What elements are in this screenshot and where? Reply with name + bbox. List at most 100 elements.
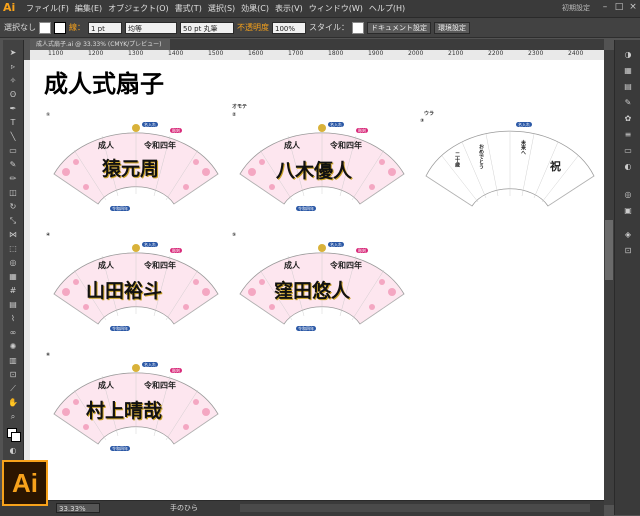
eyedropper-tool-icon[interactable]: ⌇: [7, 314, 19, 324]
perspective-grid-tool-icon[interactable]: ▦: [7, 272, 19, 282]
layers-icon[interactable]: ◈: [623, 230, 633, 240]
menu-help[interactable]: ヘルプ(H): [369, 3, 405, 14]
menu-window[interactable]: ウィンドウ(W): [309, 3, 363, 14]
width-tool-icon[interactable]: ⋈: [7, 230, 19, 240]
menu-view[interactable]: 表示(V): [275, 3, 303, 14]
badge: 彫刻: [170, 368, 182, 373]
brush-dropdown[interactable]: 50 pt 丸筆: [180, 21, 234, 34]
zoom-tool-icon[interactable]: ⌕: [7, 412, 19, 422]
free-transform-tool-icon[interactable]: ⬚: [7, 244, 19, 254]
stroke-swatch[interactable]: [54, 21, 66, 34]
omote-label: オモテ: [232, 104, 248, 110]
fan-name: 村上晴哉: [86, 400, 163, 422]
ruler-tick: 1700: [288, 50, 304, 57]
badge: 名入れ: [516, 122, 532, 127]
pencil-tool-icon[interactable]: ✏: [7, 174, 19, 184]
fan-design-4[interactable]: ④ 成人 令和四年 山田裕斗 名入れ 彫刻 令和四年: [46, 232, 226, 332]
menu-items: ファイル(F) 編集(E) オブジェクト(O) 書式(T) 選択(S) 効果(C…: [26, 0, 405, 17]
menu-bar: Ai ファイル(F) 編集(E) オブジェクト(O) 書式(T) 選択(S) 効…: [0, 0, 640, 18]
paintbrush-tool-icon[interactable]: ✎: [7, 160, 19, 170]
graphic-styles-icon[interactable]: ▣: [623, 206, 633, 216]
selection-tool-icon[interactable]: ➤: [7, 48, 19, 58]
symbols-icon[interactable]: ✿: [623, 114, 633, 124]
horizontal-scrollbar[interactable]: [240, 504, 590, 512]
gradient-panel-icon[interactable]: ▭: [623, 146, 633, 156]
ruler-tick: 2400: [568, 50, 584, 57]
document-setup-button[interactable]: ドキュメント設定: [367, 21, 431, 34]
shape-builder-tool-icon[interactable]: ◎: [7, 258, 19, 268]
fan-subtitle: 令和四年: [330, 140, 362, 150]
workspace-switcher[interactable]: 初期設定: [562, 3, 590, 13]
eraser-tool-icon[interactable]: ◫: [7, 188, 19, 198]
blend-tool-icon[interactable]: ∞: [7, 328, 19, 338]
drawing-mode-icon[interactable]: ◐: [7, 446, 19, 456]
fan-name: 八木優人: [276, 160, 353, 182]
opacity-field[interactable]: 100%: [272, 21, 306, 34]
hand-tool-icon[interactable]: ✋: [7, 398, 19, 408]
menu-object[interactable]: オブジェクト(O): [108, 3, 169, 14]
badge: 令和四年: [296, 206, 316, 211]
graph-tool-icon[interactable]: ▥: [7, 356, 19, 366]
preferences-button[interactable]: 環境設定: [434, 21, 470, 34]
badge: 令和四年: [110, 326, 130, 331]
menu-edit[interactable]: 編集(E): [75, 3, 102, 14]
badge: 彫刻: [356, 248, 368, 253]
vertical-scrollbar[interactable]: [604, 50, 614, 505]
color-guide-icon[interactable]: ▦: [623, 66, 633, 76]
artboard-tool-icon[interactable]: ⊡: [7, 370, 19, 380]
stroke-weight-field[interactable]: 1 pt: [88, 21, 122, 34]
illustrator-taskbar-icon[interactable]: Ai: [2, 460, 48, 506]
appearance-icon[interactable]: ◎: [623, 190, 633, 200]
style-swatch[interactable]: [352, 21, 364, 34]
scrollbar-thumb[interactable]: [605, 220, 613, 280]
brushes-icon[interactable]: ✎: [623, 98, 633, 108]
fan-back-shape: [425, 130, 595, 207]
badge: 名入れ: [328, 122, 344, 127]
slice-tool-icon[interactable]: ⟋: [7, 384, 19, 394]
app-logo: Ai: [3, 1, 16, 14]
stroke-panel-icon[interactable]: ≡: [623, 130, 633, 140]
type-tool-icon[interactable]: T: [7, 118, 19, 128]
minimize-icon[interactable]: –: [600, 2, 610, 12]
swatches-icon[interactable]: ▤: [623, 82, 633, 92]
fan-design-6[interactable]: ⑥ 成人 令和四年 村上晴哉 名入れ 彫刻 令和四年: [46, 352, 226, 452]
fill-stroke-icon[interactable]: [7, 428, 21, 442]
scale-tool-icon[interactable]: ⤡: [7, 216, 19, 226]
gradient-tool-icon[interactable]: ▤: [7, 300, 19, 310]
opacity-label[interactable]: 不透明度: [237, 22, 269, 33]
fan-back-design[interactable]: ③ 二十歳 おめでとう 未来へ 祝 名入れ: [420, 118, 600, 213]
current-tool-status[interactable]: 手のひら: [170, 503, 198, 513]
fan-subtitle: 令和四年: [144, 260, 176, 270]
menu-file[interactable]: ファイル(F): [26, 3, 69, 14]
badge: 令和四年: [296, 326, 316, 331]
stroke-label[interactable]: 線：: [69, 22, 85, 33]
menu-select[interactable]: 選択(S): [208, 3, 235, 14]
fill-swatch[interactable]: [39, 21, 51, 34]
window-controls: – □ ×: [600, 2, 638, 12]
badge: 令和四年: [110, 446, 130, 451]
stroke-profile-dropdown[interactable]: 均等: [125, 21, 177, 34]
line-tool-icon[interactable]: ╲: [7, 132, 19, 142]
direct-selection-tool-icon[interactable]: ▹: [7, 62, 19, 72]
menu-type[interactable]: 書式(T): [175, 3, 202, 14]
magic-wand-tool-icon[interactable]: ✧: [7, 76, 19, 86]
ura-label: ウラ: [424, 111, 435, 117]
zoom-field[interactable]: 33.33%: [56, 503, 100, 513]
close-icon[interactable]: ×: [628, 2, 638, 12]
symbol-sprayer-tool-icon[interactable]: ✺: [7, 342, 19, 352]
rotate-tool-icon[interactable]: ↻: [7, 202, 19, 212]
document-tab[interactable]: 成人式扇子.ai @ 33.33% (CMYK/プレビュー): [30, 39, 170, 50]
fan-design-1[interactable]: ① 成人 令和四年 猿元周 名入れ 彫刻 令和四年: [46, 112, 226, 212]
rectangle-tool-icon[interactable]: ▭: [7, 146, 19, 156]
transparency-icon[interactable]: ◐: [623, 162, 633, 172]
menu-effect[interactable]: 効果(C): [241, 3, 269, 14]
mesh-tool-icon[interactable]: #: [7, 286, 19, 296]
pen-tool-icon[interactable]: ✒: [7, 104, 19, 114]
maximize-icon[interactable]: □: [614, 2, 624, 12]
ruler-tick: 2000: [408, 50, 424, 57]
artboards-icon[interactable]: ⊡: [623, 246, 633, 256]
fan-design-5[interactable]: ⑤ 成人 令和四年 窪田悠人 名入れ 彫刻 令和四年: [232, 232, 412, 332]
fan-design-2[interactable]: ② 成人 令和四年 八木優人 名入れ 彫刻 令和四年: [232, 112, 412, 212]
lasso-tool-icon[interactable]: ʘ: [7, 90, 19, 100]
color-panel-icon[interactable]: ◑: [623, 50, 633, 60]
